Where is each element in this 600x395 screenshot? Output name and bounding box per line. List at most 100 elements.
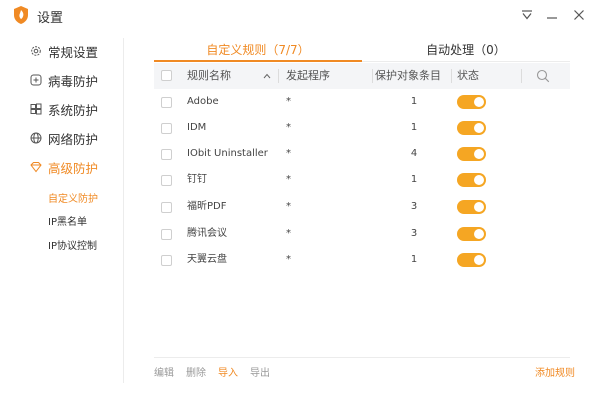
- column-separator: [451, 69, 452, 83]
- column-header-program[interactable]: 发起程序: [286, 63, 330, 89]
- rule-enabled-toggle[interactable]: [457, 147, 486, 161]
- rule-enabled-toggle[interactable]: [457, 95, 486, 109]
- minimize-button[interactable]: [543, 6, 561, 24]
- tab-custom-rules[interactable]: 自定义规则（7/7）: [154, 41, 362, 59]
- column-separator: [521, 69, 522, 83]
- column-header-count[interactable]: 保护对象条目: [375, 63, 441, 89]
- rule-count: 3: [410, 228, 418, 239]
- windows-icon: [30, 103, 42, 115]
- row-checkbox[interactable]: [161, 255, 172, 266]
- rule-enabled-toggle[interactable]: [457, 200, 486, 214]
- column-separator: [278, 69, 279, 83]
- sidebar-item-label: 高级防护: [48, 160, 99, 176]
- rule-count: 1: [410, 96, 418, 107]
- toggle-knob: [474, 149, 484, 159]
- sidebar-item-label: 网络防护: [48, 131, 99, 147]
- gear-icon: [30, 45, 42, 57]
- search-icon[interactable]: [536, 69, 550, 83]
- toggle-knob: [474, 255, 484, 265]
- sidebar-divider: [123, 38, 124, 383]
- rule-name: Adobe: [187, 96, 219, 107]
- footer-divider: [154, 357, 570, 358]
- sidebar-item-label: 系统防护: [48, 102, 99, 118]
- close-icon: [574, 10, 584, 20]
- add-rule-button[interactable]: 添加规则: [535, 364, 575, 379]
- rule-count: 1: [410, 254, 418, 265]
- window-title: 设置: [37, 11, 64, 26]
- table-row[interactable]: IDM * 1: [154, 115, 570, 141]
- rule-name: 钉钉: [187, 174, 207, 185]
- close-button[interactable]: [570, 6, 588, 24]
- globe-icon: [30, 132, 42, 144]
- export-button[interactable]: 导出: [250, 364, 270, 379]
- rule-enabled-toggle[interactable]: [457, 253, 486, 267]
- app-logo-icon: [14, 6, 28, 24]
- toggle-knob: [474, 123, 484, 133]
- rule-program: *: [286, 96, 291, 107]
- menu-dropdown-button[interactable]: [518, 6, 536, 24]
- row-checkbox[interactable]: [161, 123, 172, 134]
- rule-enabled-toggle[interactable]: [457, 121, 486, 135]
- tab-divider: [362, 61, 570, 62]
- subnav-ip-blacklist[interactable]: IP黑名单: [48, 213, 87, 228]
- rule-count: 3: [410, 201, 418, 212]
- table-header: 规则名称 发起程序 保护对象条目 状态: [154, 63, 570, 89]
- table-row[interactable]: 天翼云盘 * 1: [154, 247, 570, 273]
- active-tab-indicator: [154, 60, 362, 62]
- sidebar: 常规设置 病毒防护 系统防护 网络防护 高级防护 自定义防护 IP黑名单 IP协…: [0, 30, 124, 395]
- select-all-checkbox[interactable]: [161, 70, 172, 81]
- rule-program: *: [286, 122, 291, 133]
- subnav-custom-protection[interactable]: 自定义防护: [48, 190, 98, 205]
- row-checkbox[interactable]: [161, 229, 172, 240]
- plus-square-icon: [30, 74, 42, 86]
- rule-name: 天翼云盘: [187, 254, 227, 265]
- table-row[interactable]: 腾讯会议 * 3: [154, 221, 570, 247]
- toggle-knob: [474, 97, 484, 107]
- table-row[interactable]: IObit Uninstaller * 4: [154, 141, 570, 167]
- rule-program: *: [286, 228, 291, 239]
- edit-button[interactable]: 编辑: [154, 364, 174, 379]
- sidebar-item-virus[interactable]: 病毒防护: [30, 70, 98, 90]
- diamond-icon: [30, 161, 42, 173]
- column-header-name[interactable]: 规则名称: [187, 63, 231, 89]
- rule-name: 腾讯会议: [187, 228, 227, 239]
- rule-enabled-toggle[interactable]: [457, 227, 486, 241]
- sidebar-item-label: 常规设置: [48, 44, 99, 60]
- sidebar-item-label: 病毒防护: [48, 73, 99, 89]
- title-bar: 设置: [0, 0, 600, 30]
- rule-program: *: [286, 201, 291, 212]
- column-separator: [372, 69, 373, 83]
- rule-name: 福昕PDF: [187, 201, 227, 212]
- row-checkbox[interactable]: [161, 175, 172, 186]
- delete-button[interactable]: 删除: [186, 364, 206, 379]
- subnav-ip-protocol-control[interactable]: IP协议控制: [48, 237, 97, 252]
- sidebar-item-advanced[interactable]: 高级防护: [30, 157, 98, 177]
- rule-program: *: [286, 174, 291, 185]
- column-header-status[interactable]: 状态: [457, 63, 479, 89]
- table-row[interactable]: Adobe * 1: [154, 89, 570, 115]
- tab-auto-handling[interactable]: 自动处理（0）: [362, 41, 570, 59]
- rule-program: *: [286, 148, 291, 159]
- sidebar-item-system[interactable]: 系统防护: [30, 99, 98, 119]
- rule-count: 1: [410, 174, 418, 185]
- row-checkbox[interactable]: [161, 97, 172, 108]
- rule-count: 1: [410, 122, 418, 133]
- sort-ascending-icon[interactable]: [263, 73, 271, 79]
- menu-dropdown-icon: [522, 10, 532, 20]
- import-button[interactable]: 导入: [218, 364, 238, 379]
- row-checkbox[interactable]: [161, 202, 172, 213]
- sidebar-item-general[interactable]: 常规设置: [30, 41, 98, 61]
- rule-enabled-toggle[interactable]: [457, 173, 486, 187]
- sidebar-item-network[interactable]: 网络防护: [30, 128, 98, 148]
- rule-name: IObit Uninstaller: [187, 148, 268, 159]
- rule-name: IDM: [187, 122, 207, 133]
- toggle-knob: [474, 202, 484, 212]
- rule-program: *: [286, 254, 291, 265]
- row-checkbox[interactable]: [161, 149, 172, 160]
- toggle-knob: [474, 229, 484, 239]
- table-row[interactable]: 钉钉 * 1: [154, 167, 570, 193]
- rule-count: 4: [410, 148, 418, 159]
- toggle-knob: [474, 175, 484, 185]
- table-row[interactable]: 福昕PDF * 3: [154, 194, 570, 220]
- minimize-icon: [547, 17, 557, 19]
